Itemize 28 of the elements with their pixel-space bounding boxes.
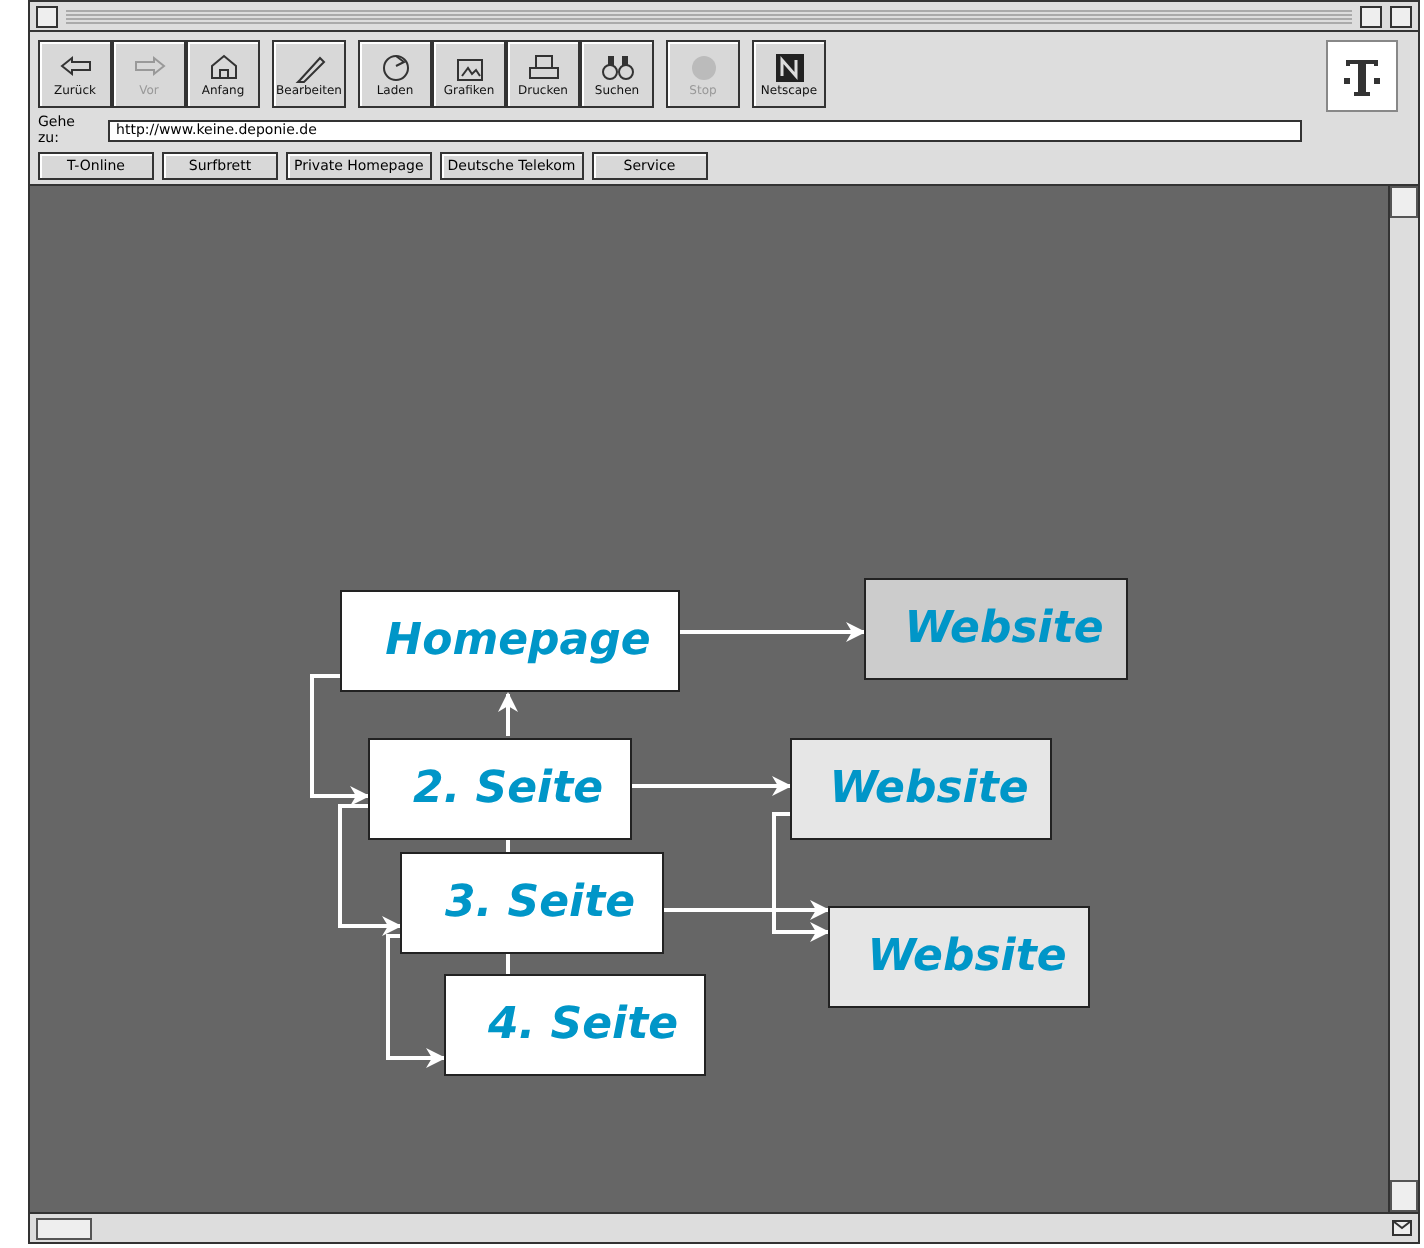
arrow	[386, 934, 446, 1068]
website-node: Website	[790, 738, 1052, 840]
scroll-up-button[interactable]	[1390, 186, 1418, 218]
close-box[interactable]	[36, 5, 58, 27]
page-node: 4. Seite	[444, 974, 706, 1076]
pencil-icon	[291, 51, 327, 83]
reload-icon	[377, 51, 413, 83]
arrow	[338, 804, 402, 936]
mail-icon[interactable]	[1392, 1220, 1412, 1236]
vertical-scrollbar[interactable]	[1388, 186, 1418, 1212]
zoom-box[interactable]	[1360, 5, 1382, 27]
t-logo-icon	[1326, 40, 1398, 112]
connector-line	[506, 954, 510, 974]
page-node: 2. Seite	[368, 738, 632, 840]
house-icon	[205, 51, 241, 83]
arrow	[310, 674, 370, 806]
status-icon	[36, 1217, 92, 1239]
page-node: Homepage	[340, 590, 680, 692]
website-node: Website	[828, 906, 1090, 1008]
printer-icon	[525, 51, 561, 83]
letter-n-icon	[771, 51, 807, 83]
collapse-box[interactable]	[1390, 5, 1412, 27]
binoculars-icon	[599, 51, 635, 83]
website-node: Website	[864, 578, 1128, 680]
connector-line	[506, 840, 510, 852]
arrow	[498, 692, 518, 736]
page-node: 3. Seite	[400, 852, 664, 954]
scroll-down-button[interactable]	[1390, 1180, 1418, 1212]
